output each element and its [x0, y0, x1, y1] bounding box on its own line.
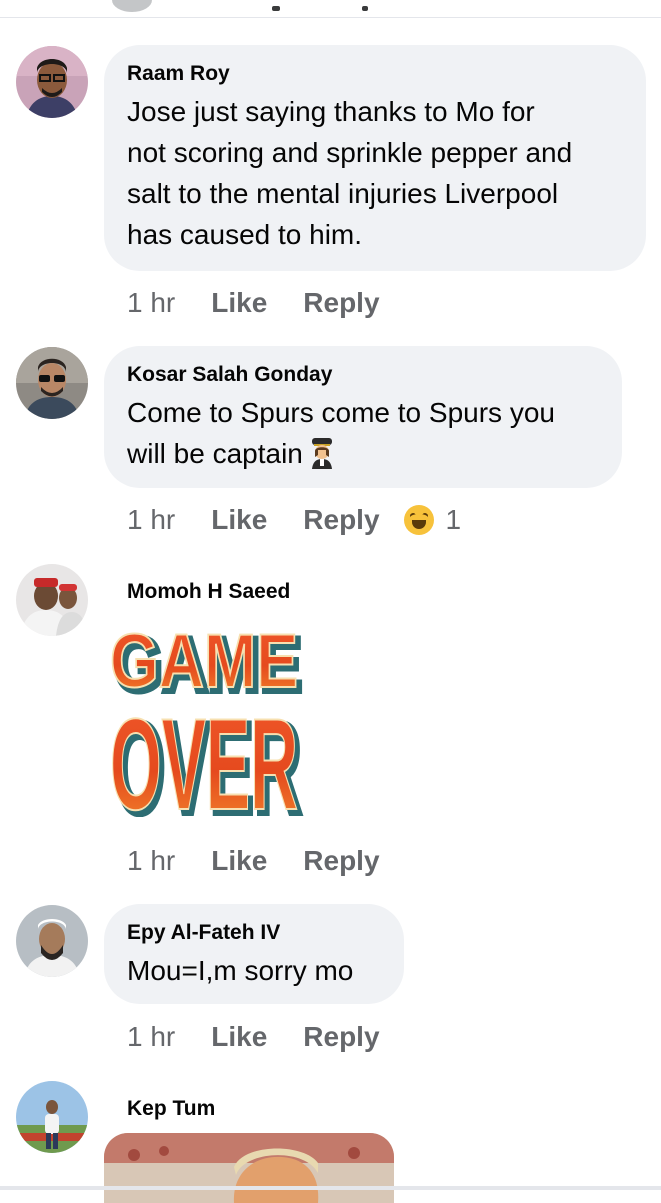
reply-button[interactable]: Reply	[303, 845, 379, 877]
reply-button[interactable]: Reply	[303, 1021, 379, 1053]
comment-author[interactable]: Epy Al-Fateh IV	[127, 919, 382, 947]
comment-text-line: Come to Spurs come to Spurs you	[127, 397, 555, 428]
reaction-summary[interactable]: 1	[403, 504, 462, 536]
haha-reaction-icon	[403, 505, 434, 535]
previous-comment-edge	[0, 0, 661, 18]
comment-text-line: not scoring and sprinkle pepper and	[127, 137, 573, 168]
comment-timestamp[interactable]: 1 hr	[127, 504, 175, 536]
comment-timestamp[interactable]: 1 hr	[127, 1021, 175, 1053]
comment-actions: 1 hr Like Reply	[127, 283, 380, 323]
avatar[interactable]	[16, 1081, 88, 1153]
comment-text-line: will be captain	[127, 438, 303, 469]
comment-actions: 1 hr Like Reply	[127, 841, 380, 881]
comment-bubble[interactable]: Kosar Salah Gonday Come to Spurs come to…	[104, 346, 622, 488]
comment-bubble[interactable]: Raam Roy Jose just saying thanks to Mo f…	[104, 45, 646, 271]
comment-actions: 1 hr Like Reply	[127, 1017, 380, 1057]
avatar[interactable]	[16, 905, 88, 977]
previous-avatar-edge	[112, 0, 152, 12]
like-button[interactable]: Like	[211, 845, 267, 877]
reply-button[interactable]: Reply	[303, 287, 379, 319]
comment-author[interactable]: Momoh H Saeed	[127, 578, 290, 606]
pilot-woman-emoji	[309, 437, 335, 480]
comment-author[interactable]: Kep Tum	[127, 1095, 215, 1123]
reply-button[interactable]: Reply	[303, 504, 379, 536]
comment-timestamp[interactable]: 1 hr	[127, 845, 175, 877]
comment-text-line: has caused to him.	[127, 219, 363, 250]
comment-timestamp[interactable]: 1 hr	[127, 287, 175, 319]
game-over-gif[interactable]: GAME GAME OVER OVER	[104, 617, 305, 844]
comment-bubble[interactable]: Epy Al-Fateh IV Mou=I,m sorry mo	[104, 904, 404, 1004]
comment-text-line: Mou=I,m sorry mo	[127, 955, 354, 986]
comment-actions: 1 hr Like Reply 1	[127, 500, 461, 540]
comment-image[interactable]	[104, 1133, 394, 1203]
divider	[0, 1186, 661, 1190]
gif-text-line2: OVER	[110, 691, 298, 817]
comment-author[interactable]: Raam Roy	[127, 60, 624, 88]
avatar[interactable]	[16, 347, 88, 419]
avatar[interactable]	[16, 46, 88, 118]
comment-text-line: salt to the mental injuries Liverpool	[127, 178, 559, 209]
like-button[interactable]: Like	[211, 504, 267, 536]
like-button[interactable]: Like	[211, 1021, 267, 1053]
reaction-count: 1	[445, 504, 462, 535]
comment-author[interactable]: Kosar Salah Gonday	[127, 361, 600, 389]
like-button[interactable]: Like	[211, 287, 267, 319]
avatar[interactable]	[16, 564, 88, 636]
comment-text-line: Jose just saying thanks to Mo for	[127, 96, 535, 127]
